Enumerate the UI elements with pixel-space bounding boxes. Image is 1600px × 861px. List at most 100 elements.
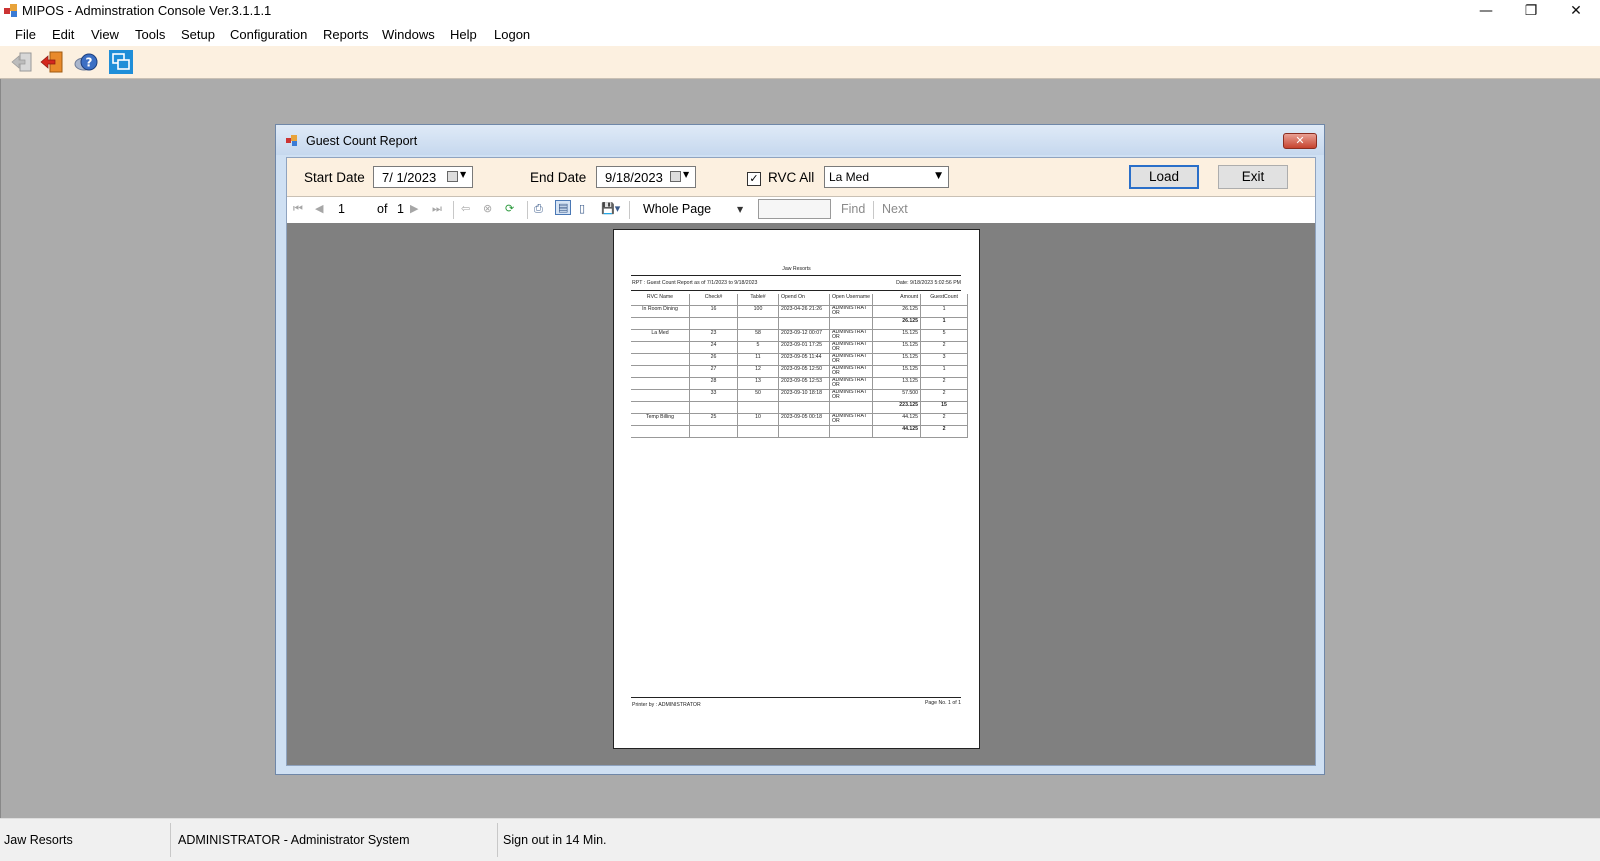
- report-cell-rvc: La Med: [631, 329, 690, 342]
- menu-view[interactable]: View: [91, 27, 119, 42]
- first-page-icon[interactable]: ⏮: [293, 202, 303, 216]
- status-bar: Jaw Resorts ADMINISTRATOR - Administrato…: [0, 818, 1600, 861]
- report-row: 24 5 2023-09-01 17:25 ADMINISTRAT OR 15.125 2: [631, 341, 969, 354]
- report-rule: [631, 275, 961, 276]
- report-cell-guests: 2: [920, 413, 969, 426]
- dialog-title-bar[interactable]: Guest Count Report ✕: [276, 125, 1324, 155]
- stop-icon[interactable]: ⊗: [483, 202, 492, 215]
- report-cell-guests: 2: [920, 341, 969, 354]
- report-cell-check: 16: [689, 305, 738, 318]
- report-cell-opened: 2023-09-05 00:18: [778, 413, 830, 426]
- report-cell-user: [829, 425, 874, 438]
- calendar-icon: [447, 171, 458, 182]
- report-subtotal-row: 223.125 15: [631, 401, 969, 414]
- report-cell-table: 13: [737, 377, 779, 390]
- report-cell-guests: 2: [920, 389, 969, 402]
- report-company: Jaw Resorts: [782, 266, 811, 272]
- load-button[interactable]: Load: [1129, 165, 1199, 189]
- find-input[interactable]: [758, 199, 831, 219]
- back-icon[interactable]: ⇦: [461, 202, 470, 215]
- dialog-body: Start Date 7/ 1/2023 ▼ End Date 9/18/202…: [286, 157, 1316, 766]
- report-cell-amount: 15.125: [872, 365, 922, 378]
- report-cell-user: ADMINISTRAT OR: [829, 305, 874, 318]
- previous-page-icon[interactable]: ◀: [315, 202, 323, 215]
- dialog-title: Guest Count Report: [306, 134, 418, 148]
- col-rvc-name: RVC Name: [631, 294, 690, 306]
- end-date-picker[interactable]: 9/18/2023 ▼: [596, 166, 696, 188]
- report-canvas[interactable]: Jaw Resorts RPT : Guest Count Report as …: [287, 223, 1315, 765]
- report-heading: RPT : Guest Count Report as of 7/1/2023 …: [632, 280, 758, 286]
- exit-door-icon[interactable]: [40, 50, 64, 74]
- minimize-button[interactable]: —: [1464, 0, 1508, 22]
- zoom-chevron-down-icon[interactable]: ▼: [737, 205, 743, 214]
- report-row: In Room Dining 16 100 2023-04-26 21:26 ADMIN…: [631, 305, 969, 318]
- report-cell-amount: 26.125: [872, 317, 922, 330]
- report-cell-opened: 2023-09-05 12:50: [778, 365, 830, 378]
- print-layout-icon[interactable]: ▤: [555, 200, 572, 215]
- status-signout: Sign out in 14 Min.: [503, 833, 607, 847]
- report-row: 26 11 2023-09-05 11:44 ADMINISTRAT OR 15.125…: [631, 353, 969, 366]
- report-cell-check: [689, 425, 738, 438]
- report-cell-user: [829, 401, 874, 414]
- close-button[interactable]: ✕: [1554, 0, 1598, 22]
- start-date-picker[interactable]: 7/ 1/2023 ▼: [373, 166, 473, 188]
- refresh-icon[interactable]: ⟳: [505, 202, 514, 215]
- report-cell-opened: [778, 317, 830, 330]
- report-row: 27 12 2023-09-05 12:50 ADMINISTRAT OR 15.125…: [631, 365, 969, 378]
- status-separator: [170, 823, 171, 857]
- next-page-icon[interactable]: ▶: [410, 202, 418, 215]
- report-cell-opened: 2023-04-26 21:26: [778, 305, 830, 318]
- menu-tools[interactable]: Tools: [135, 27, 165, 42]
- status-user: ADMINISTRATOR - Administrator System: [178, 833, 410, 847]
- zoom-select[interactable]: Whole Page: [643, 202, 711, 216]
- report-cell-check: [689, 317, 738, 330]
- menu-logon[interactable]: Logon: [494, 27, 530, 42]
- col-check: Check#: [689, 294, 738, 306]
- status-separator: [497, 823, 498, 857]
- menu-help[interactable]: Help: [450, 27, 477, 42]
- report-cell-check: 27: [689, 365, 738, 378]
- menu-windows[interactable]: Windows: [382, 27, 435, 42]
- back-arrow-icon[interactable]: [10, 50, 34, 74]
- toolbar-separator: [527, 201, 528, 219]
- exit-button[interactable]: Exit: [1218, 165, 1288, 189]
- menu-configuration[interactable]: Configuration: [230, 27, 307, 42]
- print-icon[interactable]: ⎙: [534, 202, 543, 216]
- help-icon[interactable]: ?: [74, 50, 98, 74]
- rvc-all-checkbox[interactable]: ✓: [747, 172, 761, 186]
- menu-reports[interactable]: Reports: [323, 27, 369, 42]
- report-page: Jaw Resorts RPT : Guest Count Report as …: [613, 229, 980, 749]
- report-cell-table: 10: [737, 413, 779, 426]
- menu-setup[interactable]: Setup: [181, 27, 215, 42]
- report-viewer-toolbar: ⏮ ◀ 1 of 1 ▶ ⏭ ⇦ ⊗ ⟳ ⎙ ▤ ▯ 💾▾ Whole Page…: [287, 196, 1315, 224]
- menu-file[interactable]: File: [15, 27, 36, 42]
- report-cell-check: 24: [689, 341, 738, 354]
- current-page[interactable]: 1: [338, 202, 345, 216]
- report-cell-guests: 1: [920, 305, 969, 318]
- menu-edit[interactable]: Edit: [52, 27, 74, 42]
- start-date-label: Start Date: [304, 170, 365, 185]
- report-cell-rvc: [631, 341, 690, 354]
- report-cell-amount: 15.125: [872, 341, 922, 354]
- col-amount: Amount: [872, 294, 922, 306]
- find-link[interactable]: Find: [841, 202, 865, 216]
- next-link[interactable]: Next: [882, 202, 908, 216]
- report-row: 33 50 2023-09-10 18:18 ADMINISTRAT OR 57.500…: [631, 389, 969, 402]
- report-cell-user: [829, 317, 874, 330]
- report-table-body: In Room Dining 16 100 2023-04-26 21:26 ADMIN…: [631, 305, 969, 438]
- report-header-row: RVC Name Check# Table# Opend On Open Use…: [631, 294, 969, 306]
- export-icon[interactable]: 💾▾: [601, 202, 620, 215]
- page-setup-icon[interactable]: ▯: [579, 202, 585, 215]
- report-cell-table: 5: [737, 341, 779, 354]
- report-printed-by: Printer by : ADMINISTRATOR: [632, 702, 701, 708]
- restore-button[interactable]: ❐: [1509, 0, 1553, 22]
- report-cell-user: ADMINISTRAT OR: [829, 365, 874, 378]
- main-toolbar: ?: [0, 46, 1600, 79]
- report-cell-check: 28: [689, 377, 738, 390]
- last-page-icon[interactable]: ⏭: [432, 202, 442, 216]
- window-switch-icon[interactable]: [109, 50, 133, 74]
- report-cell-guests: 2: [920, 377, 969, 390]
- report-cell-check: 26: [689, 353, 738, 366]
- rvc-select[interactable]: La Med ▼: [824, 166, 949, 188]
- dialog-close-button[interactable]: ✕: [1283, 133, 1317, 149]
